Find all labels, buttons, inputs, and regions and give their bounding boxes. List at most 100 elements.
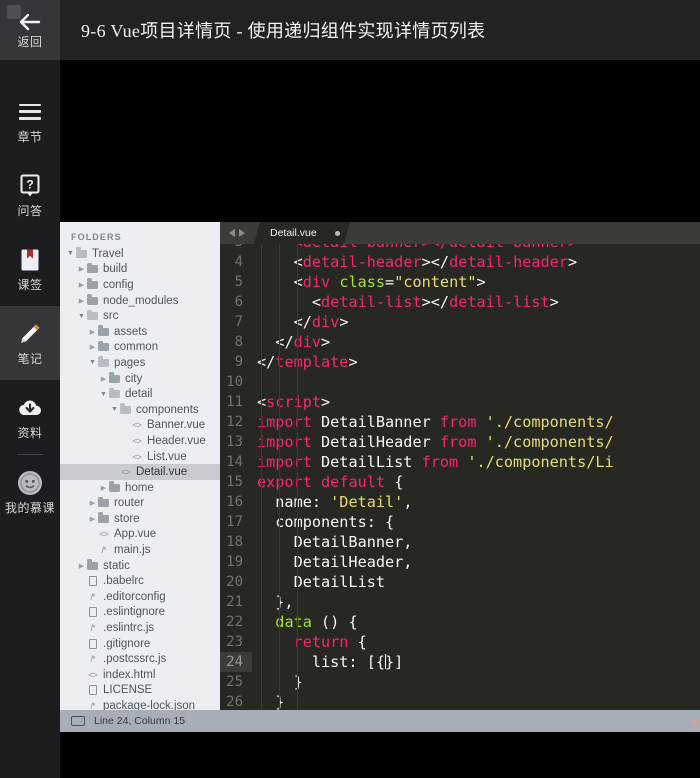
code-line[interactable]: 16 name: 'Detail', (220, 492, 700, 512)
code-line[interactable]: 24 list: [{}] (220, 652, 700, 672)
tab-prev-icon[interactable] (229, 229, 235, 237)
sidebar-item-qa[interactable]: ? 问答 (0, 158, 60, 232)
file-tree-item[interactable]: ▶ store (60, 511, 220, 527)
file-tree-item[interactable]: .babelrc (60, 573, 220, 589)
code-line[interactable]: 14 import DetailList from './components/L… (220, 452, 700, 472)
file-tree-item[interactable]: <> List.vue (60, 449, 220, 465)
file-tree-item[interactable]: ▼ src (60, 308, 220, 324)
editor-tab-bar: List.vue×Detail.vue (220, 222, 700, 244)
code-line[interactable]: 12 import DetailBanner from './components… (220, 412, 700, 432)
code-line[interactable]: 15 export default { (220, 472, 700, 492)
code-line[interactable]: 20 DetailList (220, 572, 700, 592)
file-tree-item-label: Travel (92, 247, 124, 260)
file-tree-item-label: config (103, 278, 134, 291)
file-tree-item[interactable]: /* .eslintrc.js (60, 620, 220, 636)
file-tree-item[interactable]: <> Header.vue (60, 433, 220, 449)
chevron-right-icon[interactable]: ▶ (77, 265, 86, 273)
code-line[interactable]: 13 import DetailHeader from './components… (220, 432, 700, 452)
code-line[interactable]: 9 </template> (220, 352, 700, 372)
file-tree-item-label: .eslintrc.js (103, 622, 155, 635)
code-line[interactable]: 23 return { (220, 632, 700, 652)
file-tree-item[interactable]: .eslintignore (60, 605, 220, 621)
code-line[interactable]: 10 (220, 372, 700, 392)
file-tree-item[interactable]: ▶ city (60, 371, 220, 387)
tab-nav-arrows[interactable] (220, 222, 254, 244)
file-tree-item-label: common (114, 341, 159, 354)
sidebar-item-my-mooc[interactable]: 我的慕课 (0, 455, 60, 529)
code-line[interactable]: 5 <div class="content"> (220, 272, 700, 292)
file-tree-item[interactable]: ▶ config (60, 277, 220, 293)
code-line-text: import DetailList from './components/Li (257, 453, 614, 471)
chevron-right-icon[interactable]: ▶ (77, 297, 86, 305)
file-tree-item[interactable]: ▼ detail (60, 386, 220, 402)
code-line[interactable]: 4 <detail-header></detail-header> (220, 252, 700, 272)
sidebar-item-label: 资料 (17, 425, 43, 440)
code-line-text: </div> (275, 333, 331, 351)
code-line[interactable]: 25 } (220, 672, 700, 692)
folder-icon (97, 512, 110, 523)
sidebar-item-materials[interactable]: 资料 (0, 380, 60, 454)
file-tree-item[interactable]: ▼ pages (60, 355, 220, 371)
file-tree-item[interactable]: <> index.html (60, 667, 220, 683)
code-line-text: </div> (293, 313, 349, 331)
code-line[interactable]: 8 </div> (220, 332, 700, 352)
sidebar-item-chapters[interactable]: 章节 (0, 84, 60, 158)
file-tree-item[interactable]: .gitignore (60, 636, 220, 652)
chevron-down-icon[interactable]: ▼ (66, 250, 75, 257)
chevron-right-icon[interactable]: ▶ (99, 375, 108, 383)
code-line[interactable]: 7 </div> (220, 312, 700, 332)
file-tree-list[interactable]: ▼ Travel ▶ build ▶ config ▶ node_modules ▼ src ▶ as… (60, 246, 220, 732)
chevron-down-icon[interactable]: ▼ (110, 406, 119, 413)
code-area[interactable]: 3 <detail-banner></detail-banner>4 <deta… (220, 244, 700, 710)
file-tree-item[interactable]: ▶ node_modules (60, 293, 220, 309)
line-number: 19 (226, 554, 243, 570)
file-tree-item[interactable]: /* main.js (60, 542, 220, 558)
file-tree-item[interactable]: LICENSE (60, 683, 220, 699)
file-tree-item[interactable]: /* .editorconfig (60, 589, 220, 605)
code-line[interactable]: 26 } (220, 692, 700, 710)
chevron-right-icon[interactable]: ▶ (88, 515, 97, 523)
file-tree-item[interactable]: ▶ assets (60, 324, 220, 340)
editor-tab[interactable]: Detail.vue (254, 222, 350, 244)
editor-tabs[interactable]: List.vue×Detail.vue (254, 222, 350, 244)
file-tree-item[interactable]: ▶ build (60, 262, 220, 278)
line-number: 15 (226, 474, 243, 490)
chevron-down-icon[interactable]: ▼ (77, 313, 86, 320)
sidebar-item-back[interactable]: 返回 (0, 0, 60, 60)
code-line[interactable]: 22 data () { (220, 612, 700, 632)
code-line[interactable]: 17 components: { (220, 512, 700, 532)
sidebar-item-bookmark[interactable]: 课签 (0, 232, 60, 306)
code-line[interactable]: 21 }, (220, 592, 700, 612)
file-tree-item[interactable]: <> Banner.vue (60, 418, 220, 434)
code-file-icon: <> (99, 529, 108, 540)
file-tree-item[interactable]: ▼ components (60, 402, 220, 418)
file-tree-item[interactable]: ▶ router (60, 496, 220, 512)
file-tree-item[interactable]: /* .postcssrc.js (60, 651, 220, 667)
chevron-right-icon[interactable]: ▶ (88, 328, 97, 336)
file-tree-panel[interactable]: FOLDERS ▼ Travel ▶ build ▶ config ▶ node_module… (60, 222, 220, 732)
chevron-right-icon[interactable]: ▶ (77, 281, 86, 289)
plain-file-icon (86, 576, 99, 587)
chevron-right-icon[interactable]: ▶ (77, 562, 86, 570)
file-tree-item[interactable]: ▶ static (60, 558, 220, 574)
file-tree-item[interactable]: <> App.vue (60, 527, 220, 543)
chevron-right-icon[interactable]: ▶ (88, 499, 97, 507)
file-tree-item[interactable]: <> Detail.vue (60, 464, 220, 480)
tab-next-icon[interactable] (239, 229, 245, 237)
file-tree-item[interactable]: ▼ Travel (60, 246, 220, 262)
chevron-right-icon[interactable]: ▶ (88, 343, 97, 351)
video-stage[interactable]: FOLDERS ▼ Travel ▶ build ▶ config ▶ node_module… (60, 60, 700, 778)
file-tree-item[interactable]: ▶ common (60, 340, 220, 356)
code-line[interactable]: 19 DetailHeader, (220, 552, 700, 572)
code-line[interactable]: 11 <script> (220, 392, 700, 412)
code-line[interactable]: 18 DetailBanner, (220, 532, 700, 552)
code-lines[interactable]: 3 <detail-banner></detail-banner>4 <deta… (220, 244, 700, 710)
chevron-down-icon[interactable]: ▼ (88, 359, 97, 366)
file-tree-item[interactable]: ▶ home (60, 480, 220, 496)
code-line[interactable]: 6 <detail-list></detail-list> (220, 292, 700, 312)
sidebar-item-notes[interactable]: 笔记 (0, 306, 60, 380)
code-line[interactable]: 3 <detail-banner></detail-banner> (220, 244, 700, 252)
chevron-down-icon[interactable]: ▼ (99, 391, 108, 398)
chevron-right-icon[interactable]: ▶ (99, 484, 108, 492)
code-line-text: <detail-banner></detail-banner> (252, 244, 577, 252)
